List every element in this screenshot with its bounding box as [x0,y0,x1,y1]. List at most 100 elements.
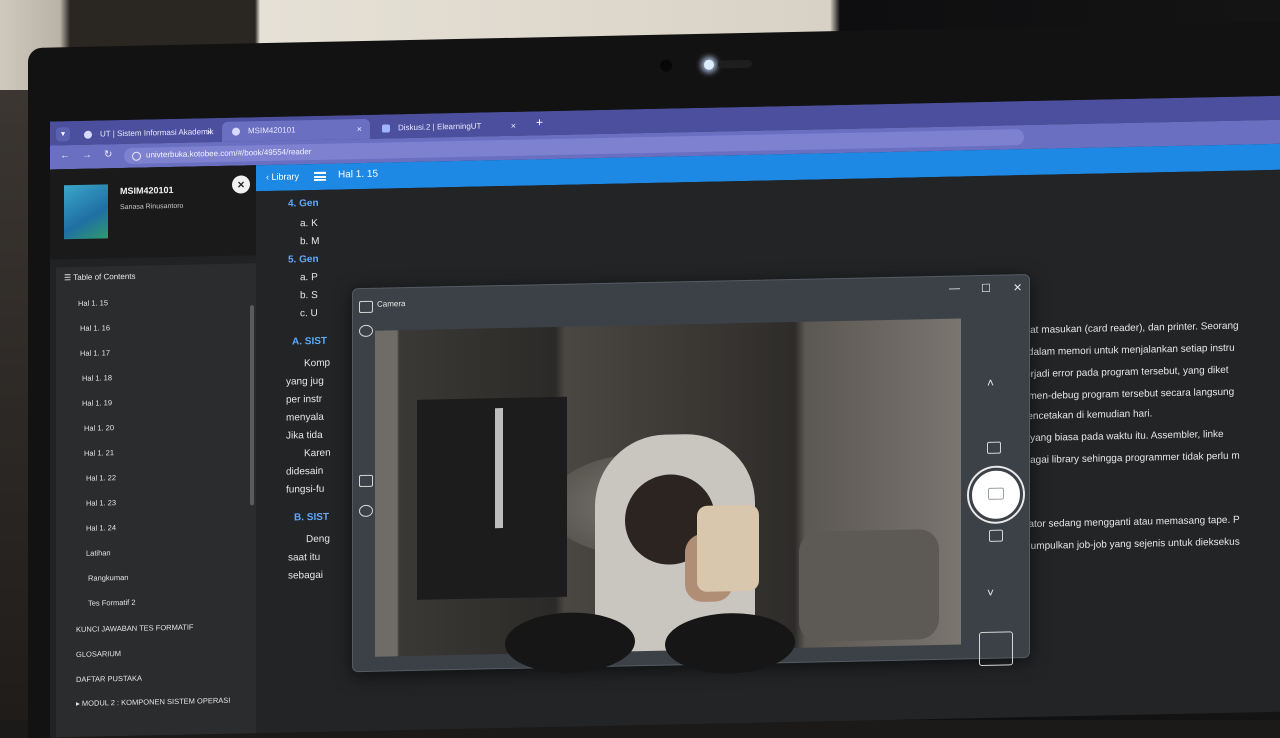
content-line: an dalam memori untuk menjalankan setiap… [1014,342,1235,359]
camera-window[interactable]: Camera — ☐ ✕ ˄ ˅ [352,274,1030,675]
tab-label: Diskusi.2 | ElearningUT [398,121,482,133]
content-line: b. S [300,289,318,302]
favicon-icon [382,124,390,133]
toc-item[interactable]: Latihan [86,548,111,558]
grid-mode-icon[interactable] [989,529,1003,542]
favicon-icon [84,130,92,139]
content-line: 4. Gen [288,197,319,210]
laptop: ▾ UT | Sistem Informasi Akademik × MSIM4… [28,21,1280,738]
fridge-reflection [495,408,503,529]
toc-item[interactable]: Rangkuman [88,573,128,583]
tab-search-button[interactable]: ▾ [56,127,70,142]
close-sidebar-button[interactable]: × [232,175,250,194]
content-line: sebagai library sehingga programmer tida… [1014,450,1240,467]
fridge [417,396,567,600]
close-icon[interactable]: × [357,119,362,139]
page-title: Hal 1. 15 [338,168,379,181]
camera-icon [988,487,1004,500]
close-button[interactable]: ✕ [1013,281,1022,294]
toc-title-label: Table of Contents [73,271,136,283]
content-line: fungsi-fu [286,483,325,496]
book-code: MSIM420101 [120,184,174,197]
maximize-button[interactable]: ☐ [981,282,991,295]
toc-item[interactable]: DAFTAR PUSTAKA [76,674,142,684]
hdr-icon[interactable] [359,474,373,488]
toc-item[interactable]: Hal 1. 24 [86,523,116,533]
close-icon[interactable]: × [207,122,212,142]
content-line: a. K [300,217,318,230]
menu-icon[interactable] [314,171,326,182]
library-label: Library [271,171,300,182]
content-line: k pencetakan di kemudian hari. [1014,408,1153,423]
content-line: B. SIST [294,511,330,524]
toc-item[interactable]: Hal 1. 16 [80,323,110,333]
shutter-button[interactable] [969,467,1023,523]
content-line: Deng [306,533,330,546]
content-line: Karen [304,447,331,460]
content-line: yang jug [286,375,324,388]
new-tab-button[interactable]: + [536,115,543,129]
tab-label: MSIM420101 [248,125,296,136]
camera-preview [375,318,961,675]
webcam-bar [718,59,752,69]
laptop-screen: ▾ UT | Sistem Informasi Akademik × MSIM4… [50,95,1280,738]
webcam-sensor [660,59,672,72]
bed-blanket [799,528,939,642]
tab-label: UT | Sistem Informasi Akademik [100,127,214,139]
chevron-down-icon[interactable]: ˅ [987,586,994,600]
content-line: ngkat masukan (card reader), dan printer… [1014,320,1239,337]
book-cover [64,184,108,240]
library-button[interactable]: ‹ Library [266,171,299,182]
favicon-icon [232,127,240,136]
toc-panel: ☰ Table of Contents Hal 1. 15 Hal 1. 16 … [56,263,256,738]
webcam-light [704,59,714,70]
camera-app-icon [359,300,373,314]
content-line: b. M [300,235,320,248]
toc-item-label: MODUL 2 : KOMPONEN SISTEM OPERASI [81,695,231,708]
settings-icon[interactable] [359,324,373,338]
content-line: Jika tida [286,429,323,442]
toc-item[interactable]: Hal 1. 20 [84,423,114,433]
camera-window-title: Camera [377,299,406,309]
phone [697,504,759,592]
content-line: engumpulkan job-job yang sejenis untuk d… [1014,536,1240,553]
content-line: hal yang biasa pada waktu itu. Assembler… [1014,428,1224,445]
content-line: sebagai [288,569,324,582]
toc-item[interactable]: Hal 1. 18 [82,373,112,383]
last-photo-thumbnail[interactable] [979,631,1013,667]
toc-item[interactable]: Hal 1. 22 [86,473,116,483]
book-author: Sanasa Rinusantoro [120,202,184,212]
timer-icon[interactable] [359,504,373,518]
toc-item[interactable]: Hal 1. 23 [86,498,116,508]
toc-item[interactable]: Hal 1. 19 [82,398,112,408]
url-text: univterbuka.kotobee.com/#/book/49554/rea… [146,147,312,160]
toc-item[interactable]: Hal 1. 15 [78,298,108,308]
content-line: c. U [300,307,318,320]
knee [505,611,635,675]
content-line: menyala [286,411,324,424]
content-line: a. P [300,271,318,284]
forward-arrow-icon[interactable]: → [82,150,92,161]
content-line: a terjadi error pada program tersebut, y… [1014,364,1229,381]
video-mode-icon[interactable] [987,441,1001,454]
toc-item[interactable]: GLOSARIUM [76,649,121,659]
content-line: rta men-debug program tersebut secara la… [1014,386,1235,403]
toc-item[interactable]: ▸ MODUL 2 : KOMPONEN SISTEM OPERASI [76,696,230,708]
chevron-up-icon[interactable]: ˄ [987,376,994,390]
toc-item[interactable]: Tes Formatif 2 [88,598,136,608]
toc-item[interactable]: Hal 1. 17 [80,348,110,358]
close-icon[interactable]: × [511,116,516,136]
list-icon: ☰ [64,273,74,283]
site-info-icon[interactable] [132,151,141,161]
toc-item[interactable]: KUNCI JAWABAN TES FORMATIF [76,623,194,634]
back-arrow-icon[interactable]: ← [60,150,70,161]
content-line: A. SIST [292,335,328,348]
reader-sidebar: MSIM420101 Sanasa Rinusantoro × ☰ Table … [50,165,256,738]
content-line: per instr [286,393,323,406]
toc-item[interactable]: Hal 1. 21 [84,448,114,458]
toc-title: ☰ Table of Contents [64,272,136,282]
reload-icon[interactable]: ↻ [104,149,112,160]
toc-scrollbar[interactable] [250,305,254,506]
minimize-button[interactable]: — [949,282,960,294]
book-header: MSIM420101 Sanasa Rinusantoro × [50,165,256,260]
